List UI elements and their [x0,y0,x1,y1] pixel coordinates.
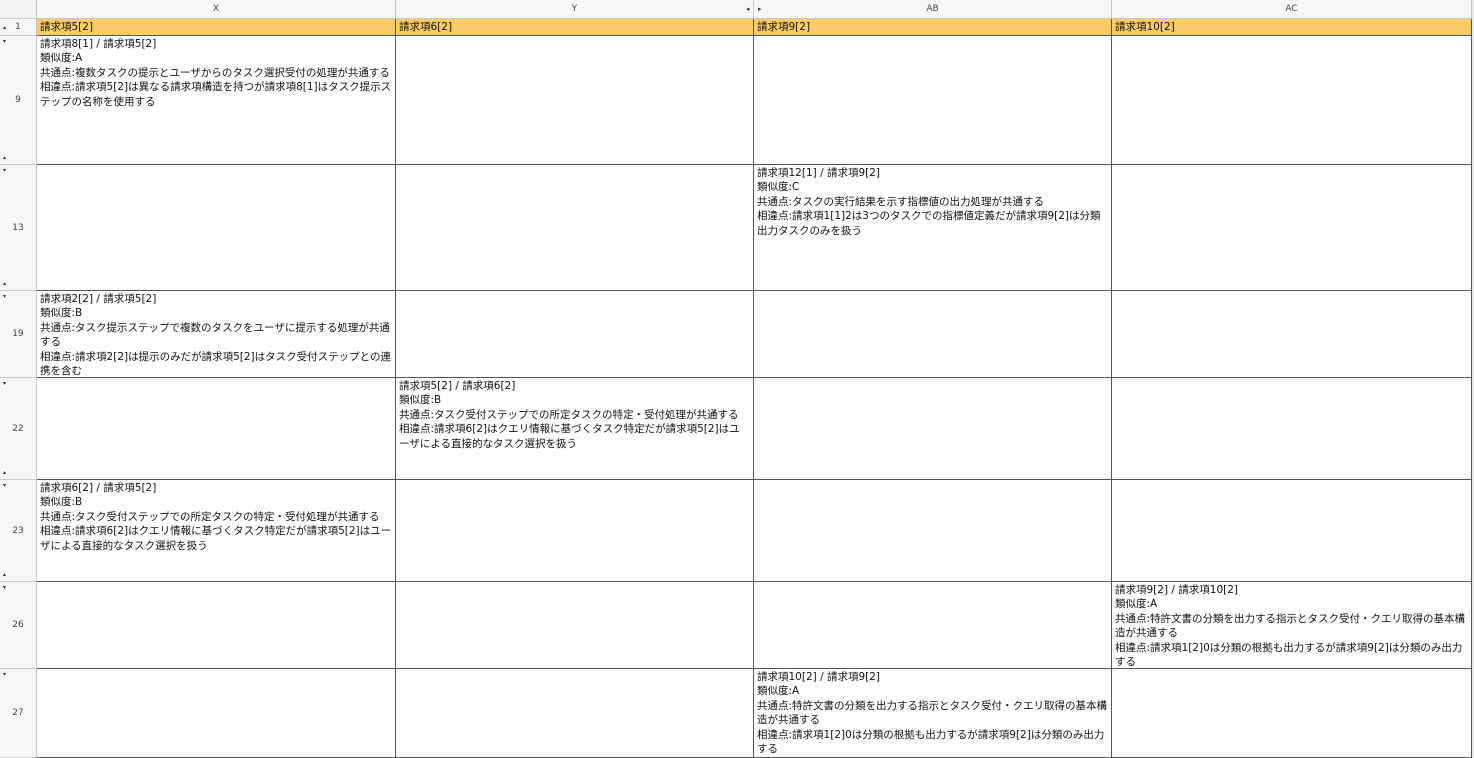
row-number: 13 [12,222,24,233]
column-header-x[interactable]: X [37,0,396,19]
row-number: 9 [15,95,21,105]
column-header-ab[interactable]: AB [754,0,1112,19]
hidden-columns-left-arrow[interactable]: ◂ [746,5,750,13]
cell-ac26[interactable]: 請求項9[2] / 請求項10[2] 類似度:A 共通点:特許文書の分類を出力す… [1112,582,1472,669]
row-group-expand-icon[interactable]: ▴ [3,572,6,578]
collapse-arrow-icon[interactable]: ▴ [3,25,6,31]
row-group-collapse-icon[interactable]: ▾ [3,39,6,45]
row-header-26[interactable]: ▾ 26 [0,582,37,669]
cell-ac19[interactable] [1112,291,1472,378]
cell-x27[interactable] [37,669,396,758]
hidden-columns-right-arrow[interactable]: ▸ [758,5,762,13]
cell-ac23[interactable] [1112,480,1472,582]
row-number: 26 [12,620,24,630]
cell-y23[interactable] [396,480,754,582]
cell-ac13[interactable] [1112,165,1472,291]
header-cell-ab[interactable]: 請求項9[2] [754,19,1112,36]
cell-x13[interactable] [37,165,396,291]
cell-ac22[interactable] [1112,378,1472,480]
row-header-27[interactable]: ▾ 27 [0,669,37,758]
header-cell-y[interactable]: 請求項6[2] [396,19,754,36]
row-group-collapse-icon[interactable]: ▾ [3,483,6,489]
row-group-collapse-icon[interactable]: ▾ [3,168,6,174]
cell-ab9[interactable] [754,36,1112,165]
row-header-23[interactable]: ▾ ▴ 23 [0,480,37,582]
header-cell-ac[interactable]: 請求項10[2] [1112,19,1472,36]
cell-x22[interactable] [37,378,396,480]
row-group-expand-icon[interactable]: ▴ [3,470,6,476]
cell-ac9[interactable] [1112,36,1472,165]
row-group-collapse-icon[interactable]: ▾ [3,672,6,678]
cell-y27[interactable] [396,669,754,758]
cell-x23[interactable]: 請求項6[2] / 請求項5[2] 類似度:B 共通点:タスク受付ステップでの所… [37,480,396,582]
row-group-expand-icon[interactable]: ▴ [3,155,6,161]
column-header-y[interactable]: Y [396,0,754,19]
cell-y9[interactable] [396,36,754,165]
row-header-1[interactable]: ▴ 1 [0,19,37,36]
row-header-9[interactable]: ▾ ▴ 9 [0,36,37,165]
cell-ab23[interactable] [754,480,1112,582]
cell-x26[interactable] [37,582,396,669]
row-header-19[interactable]: ▾ 19 [0,291,37,378]
cell-ab22[interactable] [754,378,1112,480]
cell-x9[interactable]: 請求項8[1] / 請求項5[2] 類似度:A 共通点:複数タスクの提示とユーザ… [37,36,396,165]
row-group-collapse-icon[interactable]: ▾ [3,585,6,591]
row-group-collapse-icon[interactable]: ▾ [3,381,6,387]
row-header-13[interactable]: ▾ ▴ 13 [0,165,37,291]
row-header-22[interactable]: ▾ ▴ 22 [0,378,37,480]
column-header-ac[interactable]: AC [1112,0,1472,19]
cell-y26[interactable] [396,582,754,669]
row-group-collapse-icon[interactable]: ▾ [3,294,6,300]
cell-ab19[interactable] [754,291,1112,378]
row-group-expand-icon[interactable]: ▴ [3,281,6,287]
cell-y13[interactable] [396,165,754,291]
cell-y19[interactable] [396,291,754,378]
row-number: 27 [12,708,24,718]
row-number: 22 [12,423,24,434]
row-number: 19 [12,329,24,339]
select-all-corner[interactable] [0,0,37,19]
cell-ab13[interactable]: 請求項12[1] / 請求項9[2] 類似度:C 共通点:タスクの実行結果を示す… [754,165,1112,291]
cell-ac27[interactable] [1112,669,1472,758]
header-cell-x[interactable]: 請求項5[2] [37,19,396,36]
cell-y22[interactable]: 請求項5[2] / 請求項6[2] 類似度:B 共通点:タスク受付ステップでの所… [396,378,754,480]
row-number: 23 [12,525,24,536]
row-number: 1 [15,22,21,32]
cell-ab27[interactable]: 請求項10[2] / 請求項9[2] 類似度:A 共通点:特許文書の分類を出力す… [754,669,1112,758]
cell-ab26[interactable] [754,582,1112,669]
cell-x19[interactable]: 請求項2[2] / 請求項5[2] 類似度:B 共通点:タスク提示ステップで複数… [37,291,396,378]
